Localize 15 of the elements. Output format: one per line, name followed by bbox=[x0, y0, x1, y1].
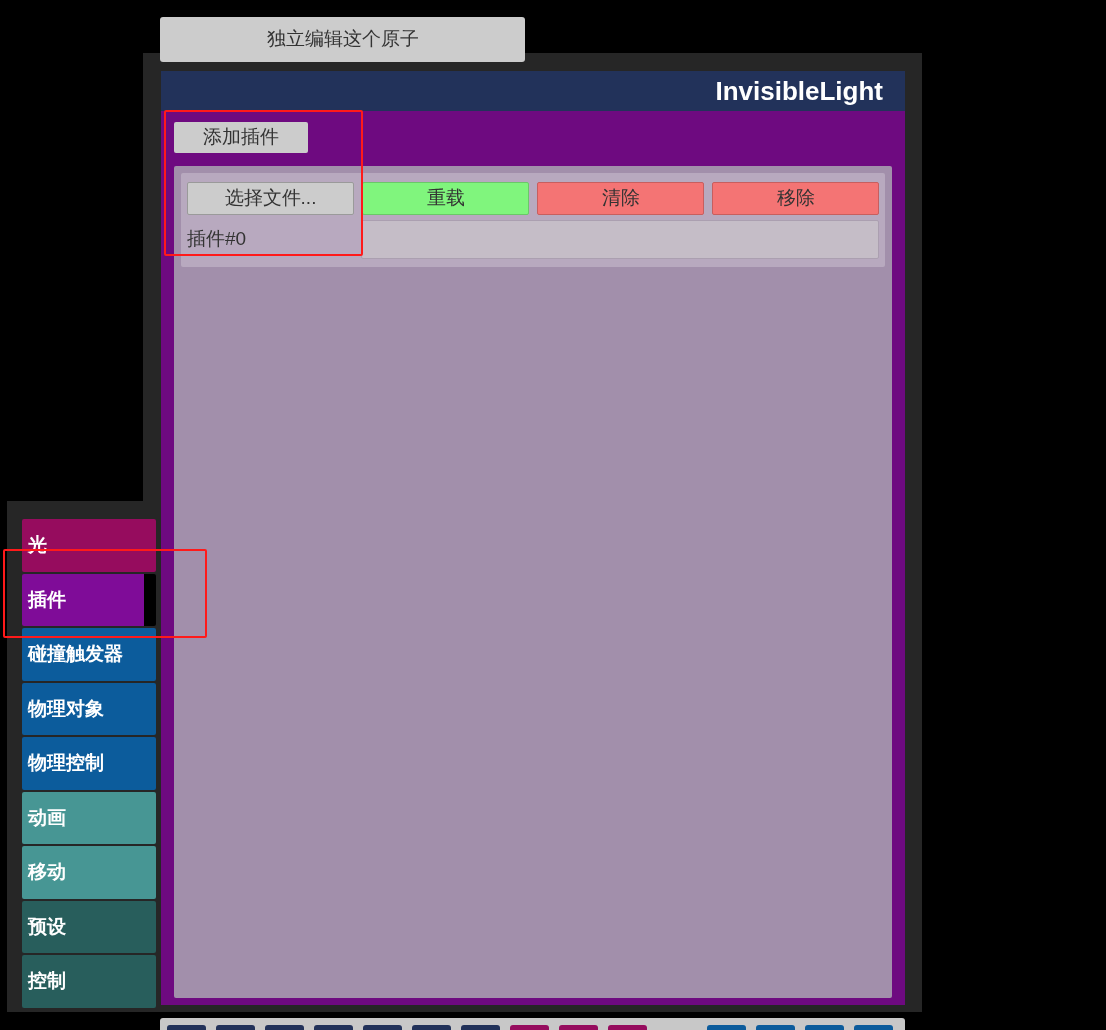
edit-atom-button[interactable]: 独立编辑这个原子 bbox=[160, 17, 525, 62]
sidebar-tab[interactable]: 碰撞触发器 bbox=[22, 628, 156, 681]
sidebar-tab[interactable]: 插件 bbox=[22, 573, 156, 626]
plugin-action-button[interactable]: 选择文件... bbox=[187, 182, 354, 215]
plugin-path-field[interactable] bbox=[361, 220, 879, 259]
plugin-action-button[interactable]: 清除 bbox=[537, 182, 704, 215]
panel-title: InvisibleLight bbox=[715, 74, 883, 108]
sidebar-tab[interactable]: 预设 bbox=[22, 900, 156, 953]
add-plugin-button[interactable]: 添加插件 bbox=[174, 122, 308, 153]
sidebar-tab[interactable]: 物理对象 bbox=[22, 682, 156, 735]
plugin-action-button[interactable]: 重载 bbox=[362, 182, 529, 215]
plugin-action-button[interactable]: 移除 bbox=[712, 182, 879, 215]
plugin-label: 插件#0 bbox=[187, 227, 248, 252]
sidebar-tab[interactable]: 物理控制 bbox=[22, 737, 156, 790]
sidebar-tab[interactable]: 控制 bbox=[22, 955, 156, 1008]
